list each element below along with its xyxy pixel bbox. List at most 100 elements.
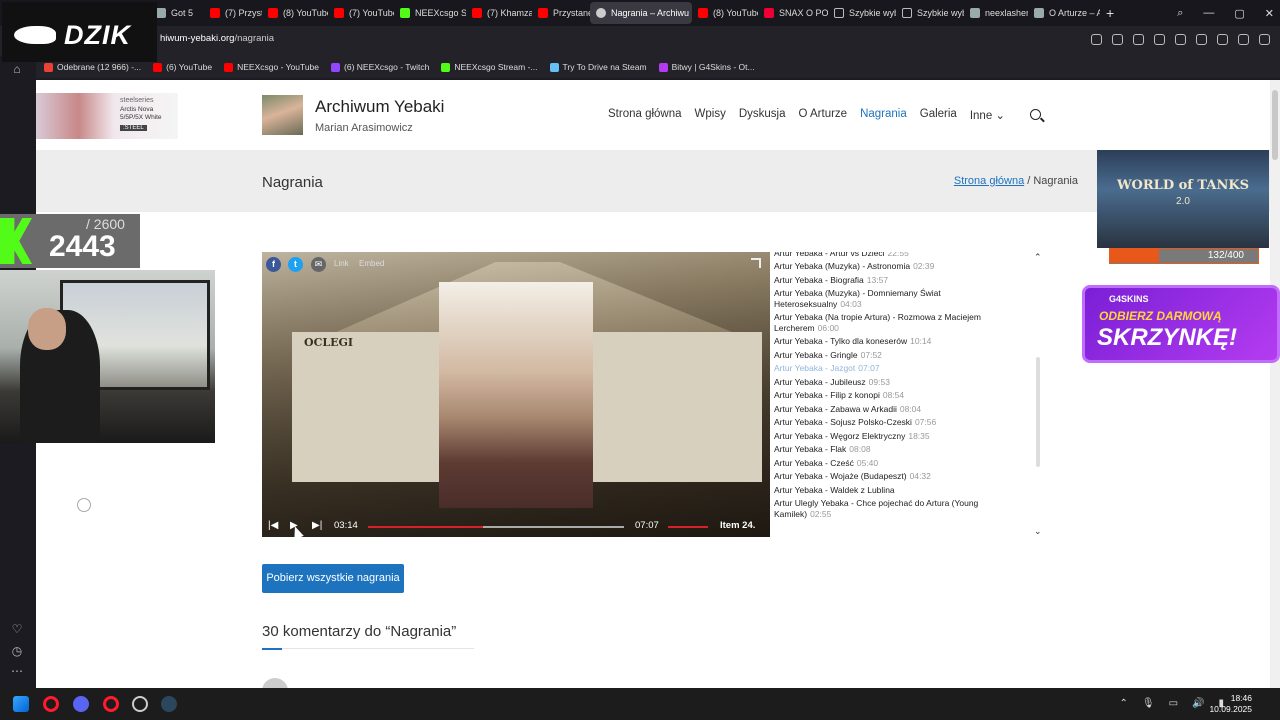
camera-icon[interactable]: [1112, 34, 1123, 45]
browser-tab[interactable]: (7) Khamzat C: [466, 2, 532, 24]
playlist-item[interactable]: Artur Yebaka - Artur vs Dzieci 22:55: [774, 252, 1002, 260]
playlist-item[interactable]: Artur Yebaka - Cześć 05:40: [774, 456, 1002, 470]
share-link-button[interactable]: Link: [334, 259, 349, 268]
browser-tab[interactable]: neexlasher sta: [964, 2, 1028, 24]
playlist-item[interactable]: Artur Yebaka - Flak 08:08: [774, 443, 1002, 457]
home-icon[interactable]: ⌂: [10, 62, 24, 76]
playlist-item[interactable]: Artur Yebaka - Jubileusz 09:53: [774, 375, 1002, 389]
playlist-scrollbar[interactable]: [1036, 357, 1040, 467]
site-title[interactable]: Archiwum Yebaki: [315, 97, 444, 117]
nav-item[interactable]: Nagrania: [860, 108, 907, 122]
playlist-item[interactable]: Artur Ulegly Yebaka - Chce pojechać do A…: [774, 497, 1002, 521]
chevron-up-icon[interactable]: ⌃: [1034, 252, 1042, 263]
edit-icon[interactable]: [1091, 34, 1102, 45]
clock[interactable]: 18:46 10.09.2025: [1209, 693, 1252, 715]
close-button[interactable]: ✕: [1265, 7, 1274, 20]
nav-item[interactable]: Strona główna: [608, 108, 682, 122]
opera-gx-icon[interactable]: [43, 696, 59, 712]
playlist-item[interactable]: Artur Yebaka - Tylko dla koneserów 10:14: [774, 335, 1002, 349]
playlist-item[interactable]: Artur Yebaka - Jazgot 07:07: [774, 362, 1002, 376]
playlist-item[interactable]: Artur Yebaka - Filip z konopi 08:54: [774, 389, 1002, 403]
volume-slider[interactable]: [668, 526, 708, 528]
browser-tab[interactable]: Szybkie wybie: [896, 2, 964, 24]
browser-tab[interactable]: NEEXcsgo Str: [394, 2, 466, 24]
playlist-item[interactable]: Artur Yebaka - Węgorz Elektryczny 18:35: [774, 429, 1002, 443]
more-icon[interactable]: ⋯: [10, 664, 24, 678]
app-icon[interactable]: [132, 696, 148, 712]
twitter-share-icon[interactable]: t: [288, 257, 303, 272]
video-player[interactable]: OCLEGI f t ✉ Link Embed |◀ ▶ ▶| 03:14 07…: [262, 252, 770, 537]
steam-icon[interactable]: [161, 696, 177, 712]
browser-tab[interactable]: Przystanek Lo: [532, 2, 590, 24]
discord-icon[interactable]: [73, 696, 89, 712]
browser-tab[interactable]: Szybkie wybie: [828, 2, 896, 24]
email-share-icon[interactable]: ✉: [311, 257, 326, 272]
chevron-down-icon[interactable]: ⌄: [1034, 526, 1042, 537]
browser-tab[interactable]: O Arturze – A: [1028, 2, 1100, 24]
nav-item[interactable]: Inne ⌄: [970, 108, 1005, 122]
playlist-item[interactable]: Artur Yebaka - Gringle 07:52: [774, 348, 1002, 362]
minimize-button[interactable]: —: [1203, 7, 1214, 19]
browser-tab[interactable]: Nagrania – Archiwu: [590, 2, 692, 24]
facebook-share-icon[interactable]: f: [266, 257, 281, 272]
shield-icon[interactable]: [1133, 34, 1144, 45]
playlist-item[interactable]: Artur Yebaka (Muzyka) - Astronomia 02:39: [774, 260, 1002, 274]
playlist-item[interactable]: Artur Yebaka - Sojusz Polsko-Czeski 07:56: [774, 416, 1002, 430]
search-icon[interactable]: [1030, 109, 1041, 120]
browser-tab[interactable]: (8) YouTube: [692, 2, 758, 24]
playlist-item[interactable]: Artur Yebaka - Biografia 13:57: [774, 273, 1002, 287]
new-tab-button[interactable]: +: [1100, 5, 1120, 21]
play-icon[interactable]: [1154, 34, 1165, 45]
breadcrumb-home-link[interactable]: Strona główna: [954, 175, 1024, 187]
bookmark-item[interactable]: NEEXcsgo - YouTube: [224, 62, 319, 72]
bookmark-item[interactable]: (6) YouTube: [153, 62, 212, 72]
download-all-button[interactable]: Pobierz wszystkie nagrania: [262, 564, 404, 593]
microphone-icon[interactable]: 🎙: [1142, 698, 1155, 709]
url-field[interactable]: hiwum-yebaki.org/nagrania: [160, 33, 274, 44]
profile-icon[interactable]: [1238, 34, 1249, 45]
playlist-item[interactable]: Artur Yebaka - Zabawa w Arkadii 08:04: [774, 402, 1002, 416]
nav-item[interactable]: Galeria: [920, 108, 957, 122]
fullscreen-icon[interactable]: [751, 258, 761, 268]
menu-icon[interactable]: [1217, 34, 1228, 45]
browser-tab[interactable]: (7) YouTube: [328, 2, 394, 24]
volume-icon[interactable]: 🔊: [1192, 698, 1204, 709]
playlist-item-title: Artur Yebaka - Zabawa w Arkadii: [774, 403, 897, 414]
windows-start-icon[interactable]: [13, 696, 29, 712]
download-icon[interactable]: [1196, 34, 1207, 45]
nav-item[interactable]: Wpisy: [695, 108, 726, 122]
playlist-item[interactable]: Artur Yebaka (Na tropie Artura) - Rozmow…: [774, 311, 1002, 335]
previous-track-icon[interactable]: |◀: [268, 520, 278, 531]
nav-item[interactable]: Dyskusja: [739, 108, 786, 122]
bookmark-item[interactable]: Try To Drive na Steam: [549, 62, 647, 72]
bookmark-item[interactable]: Bitwy | G4Skins - Ot...: [658, 62, 755, 72]
progress-bar[interactable]: [368, 526, 624, 528]
history-icon[interactable]: ◷: [10, 644, 24, 658]
comments-divider: [262, 648, 474, 650]
nav-item[interactable]: O Arturze: [799, 108, 848, 122]
maximize-button[interactable]: ▢: [1234, 7, 1244, 20]
browser-tab[interactable]: Got 5: [150, 2, 204, 24]
bookmark-item[interactable]: (6) NEEXcsgo - Twitch: [331, 62, 429, 72]
share-embed-button[interactable]: Embed: [359, 259, 384, 268]
playlist-item[interactable]: Artur Yebaka (Muzyka) - Domniemany Świat…: [774, 287, 1002, 311]
bookmark-item[interactable]: NEEXcsgo Stream -...: [441, 62, 538, 72]
site-logo[interactable]: [262, 95, 303, 135]
playlist-item[interactable]: Artur Yebaka - Waldek z Lublina: [774, 483, 1002, 497]
heart-icon[interactable]: ♡: [10, 622, 24, 636]
network-icon[interactable]: ▭: [1169, 698, 1178, 709]
bookmark-item[interactable]: Odebrane (12 966) -...: [44, 62, 141, 72]
steelseries-ad[interactable]: steelseries Arctis Nova 5/5P/5X White :S…: [36, 93, 178, 139]
browser-tab[interactable]: (8) YouTube: [262, 2, 328, 24]
heart-icon[interactable]: [1175, 34, 1186, 45]
playlist-item[interactable]: Artur Yebaka - Wojaże (Budapeszt) 04:32: [774, 470, 1002, 484]
scrollbar-thumb[interactable]: [1272, 90, 1278, 160]
browser-tab[interactable]: SNAX O POW: [758, 2, 828, 24]
browser-tab[interactable]: (7) Przystanek: [204, 2, 262, 24]
extensions-icon[interactable]: [1259, 34, 1270, 45]
page-scrollbar[interactable]: [1270, 80, 1280, 688]
chevron-up-icon[interactable]: ⌃: [1119, 698, 1127, 709]
search-tabs-icon[interactable]: ⌕: [1177, 7, 1183, 20]
next-track-icon[interactable]: ▶|: [312, 520, 322, 531]
opera-icon[interactable]: [103, 696, 119, 712]
